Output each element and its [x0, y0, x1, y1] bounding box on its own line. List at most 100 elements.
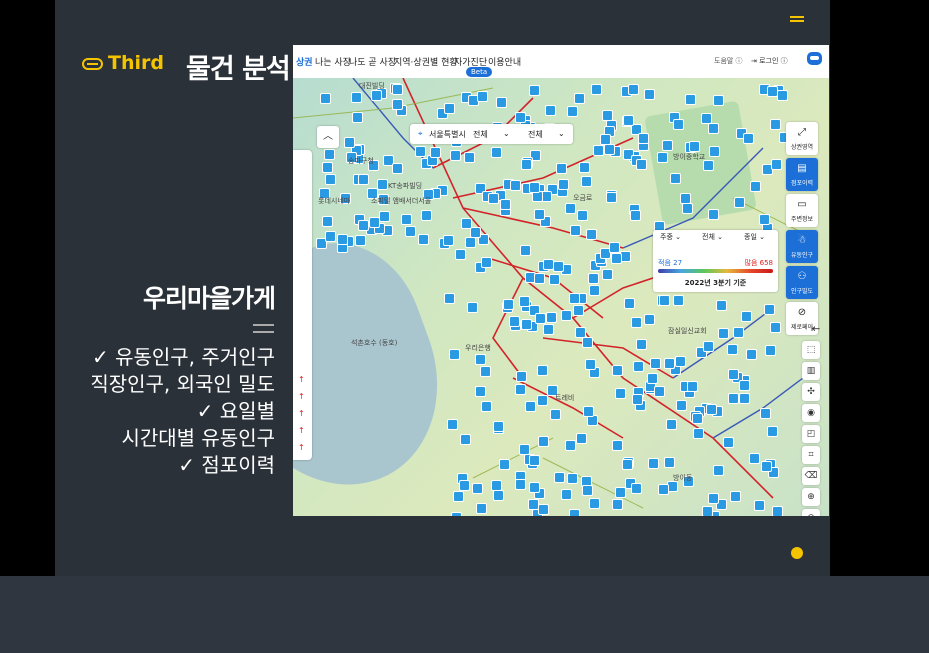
store-pin[interactable] [565, 440, 577, 452]
store-pin[interactable] [750, 181, 762, 193]
store-pin[interactable] [759, 213, 771, 225]
store-pin[interactable] [391, 163, 403, 175]
store-pin[interactable] [585, 229, 597, 241]
store-pin[interactable] [514, 384, 526, 396]
store-pin[interactable] [568, 292, 580, 304]
filter-allday[interactable]: 종일 ⌄ [739, 230, 765, 245]
store-pin[interactable] [602, 268, 614, 280]
store-pin[interactable] [635, 338, 647, 350]
store-pin[interactable] [451, 512, 463, 516]
store-pin[interactable] [459, 434, 471, 446]
store-pin[interactable] [702, 506, 714, 516]
store-pin[interactable] [649, 357, 661, 369]
store-pin[interactable] [475, 385, 487, 397]
store-pin[interactable] [673, 295, 685, 307]
store-pin[interactable] [469, 227, 481, 239]
store-pin[interactable] [537, 504, 549, 516]
store-pin[interactable] [580, 175, 592, 187]
store-pin[interactable] [414, 145, 426, 157]
region-dong[interactable]: 전체 [528, 129, 543, 140]
store-pin[interactable] [321, 161, 333, 173]
store-pin[interactable] [454, 249, 466, 261]
store-pin[interactable] [476, 90, 488, 102]
compass-icon[interactable]: ✣ [802, 383, 820, 401]
store-pin[interactable] [573, 93, 585, 105]
store-pin[interactable] [542, 259, 554, 271]
store-pin[interactable] [480, 401, 492, 413]
store-pin[interactable] [672, 118, 684, 130]
store-pin[interactable] [631, 482, 643, 494]
store-pin[interactable] [351, 92, 363, 104]
store-pin[interactable] [566, 472, 578, 484]
store-pin[interactable] [358, 219, 370, 231]
store-pin[interactable] [459, 479, 471, 491]
store-pin[interactable] [549, 273, 561, 285]
nav-item[interactable]: 지역·상권별 현황 [394, 55, 458, 68]
store-pin[interactable] [707, 493, 719, 505]
zoom-in-icon[interactable]: ⊕ [802, 488, 820, 506]
store-pin[interactable] [449, 349, 461, 361]
store-pin[interactable] [734, 196, 746, 208]
left-side-panel[interactable]: ↑ ↑ ↑ ↑ ↑ [293, 150, 312, 460]
store-pin[interactable] [569, 508, 581, 516]
tool-trade-area[interactable]: ⤢ 상권영역 [786, 122, 818, 155]
store-pin[interactable] [570, 225, 582, 237]
store-pin[interactable] [712, 465, 724, 477]
store-pin[interactable] [612, 364, 624, 376]
store-pin[interactable] [682, 202, 694, 214]
store-pin[interactable] [646, 372, 658, 384]
store-pin[interactable] [602, 110, 614, 122]
nav-sanggwon[interactable]: 상권 [296, 55, 313, 68]
store-pin[interactable] [614, 387, 626, 399]
store-pin[interactable] [764, 344, 776, 356]
store-pin[interactable] [687, 380, 699, 392]
store-pin[interactable] [545, 105, 557, 117]
store-pin[interactable] [417, 233, 429, 245]
store-pin[interactable] [430, 146, 442, 158]
store-pin[interactable] [444, 292, 456, 304]
store-pin[interactable] [579, 161, 591, 173]
area-measure-icon[interactable]: ◰ [802, 425, 820, 443]
store-pin[interactable] [480, 256, 492, 268]
store-pin[interactable] [575, 433, 587, 445]
store-pin[interactable] [519, 443, 531, 455]
store-pin[interactable] [754, 500, 766, 512]
store-pin[interactable] [733, 327, 745, 339]
store-pin[interactable] [421, 210, 433, 222]
store-pin[interactable] [761, 460, 773, 472]
store-pin[interactable] [537, 435, 549, 447]
store-pin[interactable] [521, 319, 533, 331]
store-pin[interactable] [378, 210, 390, 222]
store-pin[interactable] [528, 84, 540, 96]
filter-weekday[interactable]: 주중 ⌄ [655, 230, 681, 245]
store-pin[interactable] [516, 371, 528, 383]
store-pin[interactable] [588, 272, 600, 284]
store-pin[interactable] [659, 294, 671, 306]
store-pin[interactable] [479, 366, 491, 377]
store-pin[interactable] [727, 393, 739, 405]
store-pin[interactable] [529, 482, 541, 494]
tool-store-history[interactable]: ▤ 점포이력 [786, 158, 818, 191]
store-pin[interactable] [715, 300, 727, 312]
store-pin[interactable] [391, 84, 403, 96]
store-pin[interactable] [692, 427, 704, 439]
store-pin[interactable] [324, 230, 336, 242]
store-pin[interactable] [592, 144, 604, 156]
nav-item[interactable]: 이용안내 [488, 55, 521, 68]
store-pin[interactable] [622, 114, 634, 126]
store-pin[interactable] [344, 136, 356, 148]
store-pin[interactable] [529, 455, 541, 467]
store-pin[interactable] [740, 311, 752, 323]
store-pin[interactable] [772, 505, 784, 516]
collapse-up-button[interactable]: ︿ [317, 126, 339, 148]
store-pin[interactable] [644, 89, 656, 101]
store-pin[interactable] [558, 179, 570, 191]
store-pin[interactable] [633, 361, 645, 373]
store-pin[interactable] [644, 313, 656, 325]
store-pin[interactable] [537, 365, 549, 377]
store-pin[interactable] [777, 89, 789, 101]
store-pin[interactable] [358, 174, 370, 186]
store-pin[interactable] [636, 159, 647, 171]
store-pin[interactable] [624, 297, 636, 309]
store-pin[interactable] [630, 316, 642, 328]
